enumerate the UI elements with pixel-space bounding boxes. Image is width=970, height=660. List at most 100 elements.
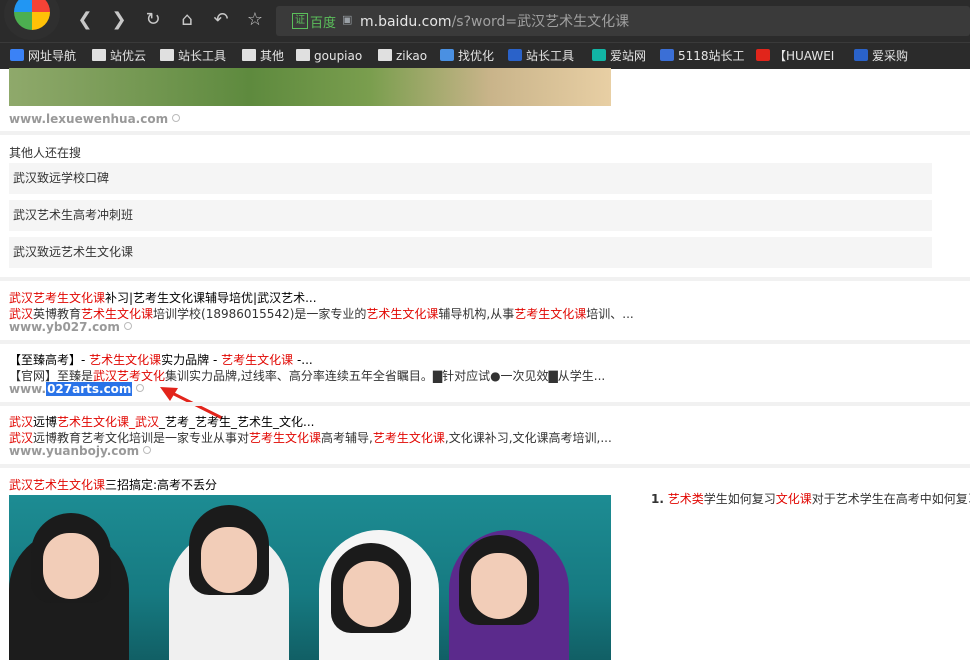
highlight-text: 武汉艺考生文化课 (9, 291, 106, 305)
s-icon (660, 49, 674, 61)
highlight-text: 武汉 (9, 307, 34, 321)
result-title[interactable]: 【至臻高考】- 艺术生文化课实力品牌 - 艺考生文化课 -... (9, 351, 313, 368)
suggestion-item[interactable]: 武汉致远学校口碑 (9, 163, 932, 194)
site-identity-icon: ▣ (342, 13, 353, 26)
star-icon[interactable]: ☆ (244, 9, 266, 31)
bookmark-item[interactable]: 站长工具 (160, 47, 226, 65)
highlight-text: 武汉艺考文化 (93, 369, 166, 383)
bookmark-label: 站长工具 (178, 49, 227, 63)
browser-logo[interactable] (4, 0, 60, 40)
tool-icon (508, 49, 522, 61)
bookmark-item[interactable]: 站长工具 (508, 47, 574, 65)
forward-icon[interactable]: ❯ (108, 9, 130, 31)
folder-icon (160, 49, 174, 61)
source-text: www.yuanbojy.com (9, 444, 140, 458)
result-source[interactable]: www.lexuewenhua.com (9, 112, 181, 126)
result-source[interactable]: www.yb027.com (9, 320, 132, 334)
chart-icon (440, 49, 454, 61)
divider (0, 340, 970, 344)
plain-text: _艺考_艺考生_艺术生_文化... (159, 415, 315, 429)
highlight-text: 武汉 (9, 431, 34, 445)
address-site-label: 百度 (310, 16, 337, 31)
huawei-icon (756, 49, 770, 61)
cert-icon: 证 (292, 13, 308, 29)
plain-text: 补习|艺考生文化课辅导培优|武汉艺术... (105, 291, 317, 305)
plain-text: 【至臻高考】- (9, 353, 90, 367)
photo-face (471, 553, 527, 619)
source-dot-icon (172, 114, 181, 122)
bookmark-item[interactable]: 找优化 (440, 47, 494, 65)
result-title[interactable]: 武汉艺术生文化课三招搞定:高考不丢分 (9, 476, 217, 493)
divider (0, 131, 970, 135)
folder-icon (296, 49, 310, 61)
divider (0, 464, 970, 468)
plain-text: 培训学校(18986015542)是一家专业的 (153, 307, 367, 321)
undo-icon[interactable]: ↶ (210, 9, 232, 31)
address-bar[interactable]: 证 百度 ▣ m.baidu.com/s?word=武汉艺术生文化课 (276, 6, 970, 36)
suggestion-item[interactable]: 武汉致远艺术生文化课 (9, 237, 932, 268)
highlight-text: 艺考生文化课 (249, 431, 322, 445)
result-image[interactable] (9, 495, 611, 660)
photo-face (343, 561, 399, 627)
address-url[interactable]: m.baidu.com/s?word=武汉艺术生文化课 (360, 11, 629, 31)
url-path: /s?word=武汉艺术生文化课 (451, 14, 630, 30)
bookmark-item[interactable]: zikao (378, 47, 427, 65)
highlight-text: 艺术生文化课 (81, 307, 154, 321)
bookmark-item[interactable]: goupiao (296, 47, 362, 65)
source-dot-icon (123, 322, 132, 330)
bookmark-label: 找优化 (458, 49, 495, 63)
result-title[interactable]: 武汉艺考生文化课补习|艺考生文化课辅导培优|武汉艺术... (9, 289, 317, 306)
browser-logo-icon (14, 0, 50, 30)
bookmark-label: 其他 (260, 49, 285, 63)
result-title[interactable]: 武汉远博艺术生文化课_武汉_艺考_艺考生_艺术生_文化... (9, 413, 315, 430)
source-prefix: www. (9, 382, 47, 396)
source-selected-text[interactable]: 027arts.com (46, 382, 133, 396)
bookmark-item[interactable]: 网址导航 (10, 47, 76, 65)
home-icon[interactable]: ⌂ (176, 9, 198, 31)
highlight-text: 艺考生文化课 (372, 431, 445, 445)
bookmark-item[interactable]: 5118站长工 (660, 47, 745, 65)
highlight-text: 武汉 (9, 415, 34, 429)
crop-icon (592, 49, 606, 61)
plain-text: 远博教育艺考文化培训是一家专业从事对 (33, 431, 250, 445)
bookmark-label: 爱站网 (610, 49, 647, 63)
result-source[interactable]: www.yuanbojy.com (9, 444, 152, 458)
bookmark-item[interactable]: 爱站网 (592, 47, 646, 65)
result-image-top[interactable] (9, 68, 611, 106)
plain-text: 三招搞定:高考不丢分 (105, 478, 218, 492)
browser-toolbar: ❮ ❯ ↻ ⌂ ↶ ☆ 证 百度 ▣ m.baidu.com/s?word=武汉… (0, 0, 970, 42)
bookmark-item[interactable]: 其他 (242, 47, 284, 65)
side-list-item[interactable]: 1. 艺术类学生如何复习文化课对于艺术学生在高考中如何复习 (651, 490, 970, 507)
bookmark-item[interactable]: 爱采购 (854, 47, 908, 65)
grid-icon (854, 49, 868, 61)
plain-text: 【官网】至臻是 (9, 369, 94, 383)
plain-text: 培训、... (586, 307, 634, 321)
highlight-text: 艺术生文化课 (89, 353, 162, 367)
highlight-text: 艺术生文化课 (366, 307, 439, 321)
back-icon[interactable]: ❮ (74, 9, 96, 31)
bookmark-item[interactable]: 【HUAWEI (756, 47, 834, 65)
suggestion-item[interactable]: 武汉艺术生高考冲刺班 (9, 200, 932, 231)
others-search-title: 其他人还在搜 (9, 146, 82, 160)
folder-icon (92, 49, 106, 61)
plain-text: 英博教育 (33, 307, 82, 321)
bookmark-item[interactable]: 站优云 (92, 47, 146, 65)
result-source[interactable]: www.027arts.com (9, 382, 145, 396)
highlight-text: 艺术类 (667, 492, 704, 506)
source-text: www.lexuewenhua.com (9, 112, 169, 126)
photo-face (201, 527, 257, 593)
folder-icon (242, 49, 256, 61)
highlight-text: 武汉艺术生文化课 (9, 478, 106, 492)
reload-icon[interactable]: ↻ (142, 9, 164, 31)
plain-text: 学生如何复习 (703, 492, 776, 506)
plain-text: 远博 (33, 415, 58, 429)
photo-face (43, 533, 99, 599)
side-list-number: 1. (651, 492, 664, 506)
side-list-text: 艺术类学生如何复习文化课对于艺术学生在高考中如何复习 (668, 492, 970, 506)
plain-text: -... (293, 353, 313, 367)
highlight-text: 艺术生文化课_武汉 (57, 415, 160, 429)
source-text: www.yb027.com (9, 320, 120, 334)
plain-text: 实力品牌 - (161, 353, 222, 367)
source-dot-icon (143, 446, 152, 454)
bookmark-label: goupiao (314, 49, 363, 63)
